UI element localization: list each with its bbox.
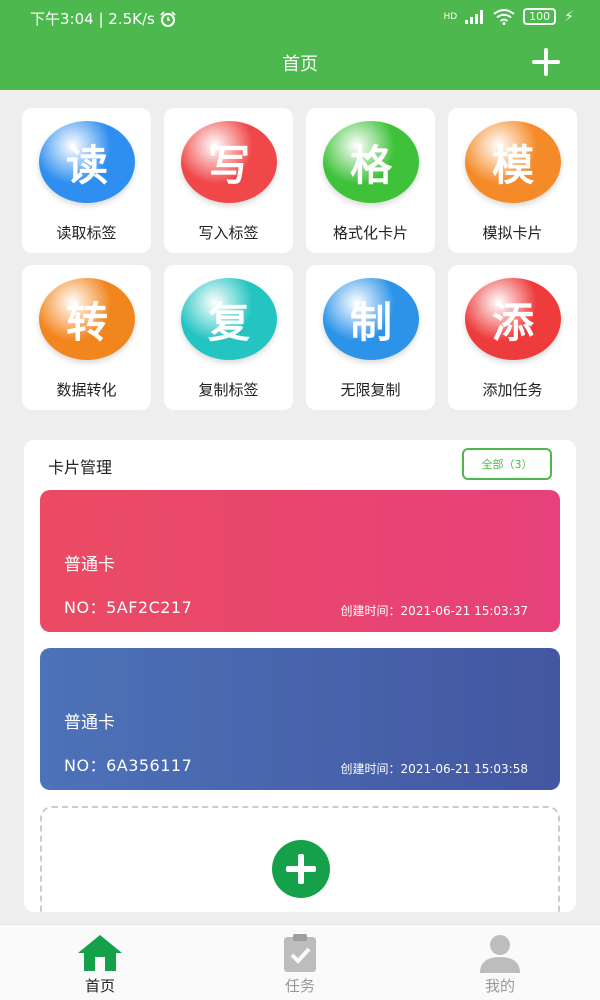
tile-label: 复制标签 bbox=[198, 381, 259, 399]
title-bar: 首页 bbox=[0, 36, 600, 90]
function-grid: 读 读取标签 写 写入标签 格 格式化卡片 模 模拟卡片 转 数据转化 复 复制… bbox=[22, 108, 578, 410]
card-created-time: 创建时间：2021-06-21 15:03:58 bbox=[340, 762, 528, 776]
alarm-icon bbox=[160, 10, 176, 27]
tab-label: 任务 bbox=[284, 977, 315, 995]
card-number: NO：5AF2C217 bbox=[64, 598, 193, 617]
tab-home[interactable]: 首页 bbox=[0, 925, 200, 1000]
tile-read-tag[interactable]: 读 读取标签 bbox=[22, 108, 151, 253]
convert-icon: 转 bbox=[39, 278, 135, 360]
tile-label: 写入标签 bbox=[198, 224, 259, 242]
card-item[interactable]: 普通卡 NO：5AF2C217 创建时间：2021-06-21 15:03:37 bbox=[40, 490, 560, 632]
write-icon: 写 bbox=[181, 121, 277, 203]
battery-indicator: 100 bbox=[523, 8, 557, 25]
tile-label: 无限复制 bbox=[340, 381, 401, 399]
card-item[interactable]: 普通卡 NO：6A356117 创建时间：2021-06-21 15:03:58 bbox=[40, 648, 560, 790]
signal-icon bbox=[465, 9, 484, 24]
tab-label: 我的 bbox=[484, 977, 515, 995]
tile-copy-tag[interactable]: 复 复制标签 bbox=[164, 265, 293, 410]
panel-title: 卡片管理 bbox=[48, 458, 113, 477]
tile-label: 添加任务 bbox=[482, 381, 543, 399]
tab-tasks[interactable]: 任务 bbox=[200, 925, 400, 1000]
card-type: 普通卡 bbox=[64, 555, 115, 575]
home-icon bbox=[78, 935, 122, 971]
user-icon bbox=[480, 935, 520, 973]
network-label: HD bbox=[443, 11, 458, 22]
status-bar: 下午3:04 | 2.5K/s HD 100 ⚡ bbox=[0, 0, 600, 36]
add-task-icon: 添 bbox=[465, 278, 561, 360]
wifi-icon bbox=[493, 8, 515, 25]
bottom-tab-bar: 首页 任务 我的 bbox=[0, 924, 600, 1000]
unlimited-copy-icon: 制 bbox=[323, 278, 419, 360]
tile-data-convert[interactable]: 转 数据转化 bbox=[22, 265, 151, 410]
add-card-icon[interactable] bbox=[272, 840, 330, 898]
all-cards-button[interactable]: 全部（3） bbox=[462, 448, 552, 480]
tab-profile[interactable]: 我的 bbox=[400, 925, 600, 1000]
charging-icon: ⚡ bbox=[564, 8, 574, 25]
tile-unlimited-copy[interactable]: 制 无限复制 bbox=[306, 265, 435, 410]
tile-format-card[interactable]: 格 格式化卡片 bbox=[306, 108, 435, 253]
tile-label: 数据转化 bbox=[56, 381, 117, 399]
copy-icon: 复 bbox=[181, 278, 277, 360]
card-management-panel: 卡片管理 全部（3） 普通卡 NO：5AF2C217 创建时间：2021-06-… bbox=[24, 440, 576, 912]
page-title: 首页 bbox=[282, 54, 318, 75]
format-icon: 格 bbox=[323, 121, 419, 203]
card-type: 普通卡 bbox=[64, 713, 115, 733]
time-speed-text: 下午3:04 | 2.5K/s bbox=[30, 10, 155, 28]
read-icon: 读 bbox=[39, 121, 135, 203]
card-number: NO：6A356117 bbox=[64, 756, 193, 775]
tile-emulate-card[interactable]: 模 模拟卡片 bbox=[448, 108, 577, 253]
tile-label: 读取标签 bbox=[56, 224, 117, 242]
tile-label: 模拟卡片 bbox=[482, 224, 543, 242]
emulate-icon: 模 bbox=[465, 121, 561, 203]
card-created-time: 创建时间：2021-06-21 15:03:37 bbox=[340, 604, 528, 618]
tab-label: 首页 bbox=[84, 977, 115, 995]
tile-add-task[interactable]: 添 添加任务 bbox=[448, 265, 577, 410]
plus-icon[interactable] bbox=[528, 44, 564, 80]
tile-label: 格式化卡片 bbox=[332, 224, 408, 242]
add-card-area[interactable] bbox=[40, 806, 560, 912]
clipboard-check-icon bbox=[284, 934, 316, 972]
tile-write-tag[interactable]: 写 写入标签 bbox=[164, 108, 293, 253]
